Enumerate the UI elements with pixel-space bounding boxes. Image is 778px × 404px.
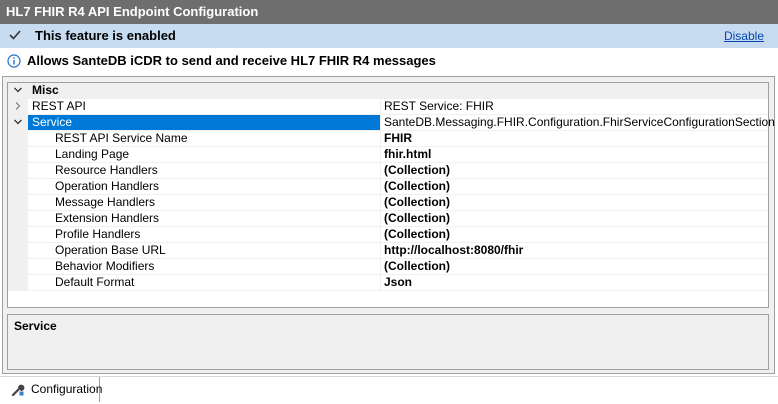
feature-description: Allows SanteDB iCDR to send and receive … xyxy=(27,53,436,68)
property-row[interactable]: REST API Service Name FHIR xyxy=(8,131,768,147)
tab-label: Configuration xyxy=(31,382,103,396)
column-separator xyxy=(380,211,381,226)
property-label: Resource Handlers xyxy=(55,163,158,177)
property-value[interactable]: http://localhost:8080/fhir xyxy=(384,243,523,258)
category-label: Misc xyxy=(32,83,59,97)
property-label: Default Format xyxy=(55,275,135,289)
checkmark-icon xyxy=(9,30,21,40)
property-value[interactable]: (Collection) xyxy=(384,163,450,178)
property-value[interactable]: (Collection) xyxy=(384,195,450,210)
row-gutter xyxy=(8,131,28,146)
row-gutter xyxy=(8,275,28,290)
property-row-service[interactable]: Service SanteDB.Messaging.FHIR.Configura… xyxy=(8,115,775,131)
collapse-chevron-icon[interactable] xyxy=(13,85,23,95)
row-gutter xyxy=(8,211,28,226)
description-title: Service xyxy=(14,319,57,333)
wrench-icon xyxy=(11,384,25,397)
feature-info-bar: Allows SanteDB iCDR to send and receive … xyxy=(0,48,778,74)
property-label: Operation Base URL xyxy=(55,243,166,257)
disable-link[interactable]: Disable xyxy=(724,24,764,48)
row-gutter xyxy=(8,179,28,194)
column-separator xyxy=(380,275,381,290)
property-value[interactable]: fhir.html xyxy=(384,147,431,162)
property-label: Extension Handlers xyxy=(55,211,160,225)
property-row[interactable]: Landing Page fhir.html xyxy=(8,147,768,163)
property-value[interactable]: FHIR xyxy=(384,131,412,146)
feature-status-text: This feature is enabled xyxy=(35,28,176,43)
tab-configuration[interactable]: Configuration xyxy=(2,377,103,402)
collapse-chevron-icon[interactable] xyxy=(13,117,23,127)
row-gutter xyxy=(8,163,28,178)
selection-highlight xyxy=(28,115,380,130)
window-title: HL7 FHIR R4 API Endpoint Configuration xyxy=(0,0,778,24)
property-grid[interactable]: Misc REST API REST Service: FHIR Service… xyxy=(7,82,775,308)
property-description-panel: Service xyxy=(7,314,769,370)
expand-chevron-icon[interactable] xyxy=(13,101,23,111)
row-gutter xyxy=(8,147,28,162)
column-separator xyxy=(380,99,381,114)
property-row[interactable]: Operation Handlers (Collection) xyxy=(8,179,768,195)
property-value[interactable]: (Collection) xyxy=(384,211,450,226)
column-separator xyxy=(380,115,381,130)
property-value[interactable]: (Collection) xyxy=(384,179,450,194)
row-gutter xyxy=(8,195,28,210)
column-separator xyxy=(380,147,381,162)
property-value[interactable]: SanteDB.Messaging.FHIR.Configuration.Fhi… xyxy=(384,115,775,130)
property-row[interactable]: Resource Handlers (Collection) xyxy=(8,163,768,179)
row-gutter xyxy=(8,259,28,274)
feature-status-bar: This feature is enabled Disable xyxy=(0,24,778,48)
property-row-rest-api[interactable]: REST API REST Service: FHIR xyxy=(8,99,768,115)
property-label: REST API xyxy=(32,99,86,113)
property-row[interactable]: Default Format Json xyxy=(8,275,768,291)
row-gutter xyxy=(8,227,28,242)
property-label: Behavior Modifiers xyxy=(55,259,155,273)
column-separator xyxy=(380,179,381,194)
row-gutter xyxy=(8,243,28,258)
property-value[interactable]: (Collection) xyxy=(384,227,450,242)
property-row[interactable]: Extension Handlers (Collection) xyxy=(8,211,768,227)
property-label: Service xyxy=(32,115,73,129)
property-label: REST API Service Name xyxy=(55,131,188,145)
property-label: Profile Handlers xyxy=(55,227,141,241)
column-separator xyxy=(380,259,381,274)
property-row[interactable]: Profile Handlers (Collection) xyxy=(8,227,768,243)
column-separator xyxy=(380,227,381,242)
property-label: Landing Page xyxy=(55,147,130,161)
bottom-tab-bar: Configuration xyxy=(0,376,778,404)
column-separator xyxy=(380,131,381,146)
column-separator xyxy=(380,163,381,178)
property-row[interactable]: Message Handlers (Collection) xyxy=(8,195,768,211)
property-label: Operation Handlers xyxy=(55,179,160,193)
column-separator xyxy=(380,195,381,210)
category-misc[interactable]: Misc xyxy=(8,83,768,99)
property-row[interactable]: Operation Base URL http://localhost:8080… xyxy=(8,243,768,259)
column-separator xyxy=(380,243,381,258)
property-row[interactable]: Behavior Modifiers (Collection) xyxy=(8,259,768,275)
property-value[interactable]: (Collection) xyxy=(384,259,450,274)
property-value[interactable]: Json xyxy=(384,275,412,290)
property-value[interactable]: REST Service: FHIR xyxy=(384,99,494,114)
property-label: Message Handlers xyxy=(55,195,156,209)
info-icon xyxy=(7,54,21,68)
